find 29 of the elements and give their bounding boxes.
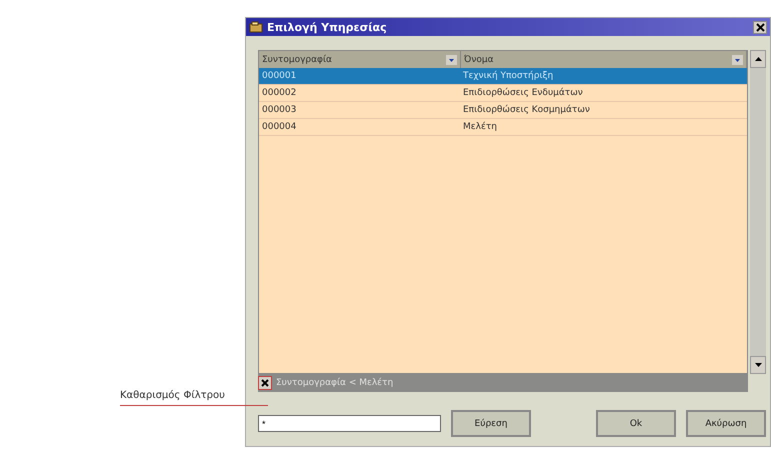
find-button[interactable]: Εύρεση [451,410,531,437]
annotation-label: Καθαρισμός Φίλτρου [120,390,225,401]
up-arrow-icon [754,57,762,61]
filter-text: Συντομογραφία < Μελέτη [276,378,394,388]
ok-button[interactable]: Οk [596,410,676,437]
scroll-up-button[interactable] [750,50,766,68]
table-cell-text: Επιδιορθώσεις Ενδυμάτων [462,88,584,98]
table-cell-text: Μελέτη [462,122,498,132]
down-arrow-icon [754,363,762,367]
scroll-down-button[interactable] [750,356,766,374]
table-cell-text: 000001 [261,71,298,81]
table-cell-text: Επιδιορθώσεις Κοσμημάτων [462,105,591,115]
dropdown-icon[interactable] [732,54,743,64]
search-field[interactable]: * [258,415,441,432]
cancel-button[interactable]: Ακύρωση [686,410,766,437]
window-title: Επιλογή Υπηρεσίας [267,20,388,34]
table-cell-text: 000004 [261,122,298,132]
table-row[interactable]: 000004 Μελέτη [259,119,747,136]
table-row[interactable]: 000003 Επιδιορθώσεις Κοσμημάτων [259,102,747,119]
scrollbar[interactable] [750,50,766,374]
table-cell-text: Τεχνική Υποστήριξη [462,71,554,81]
table-cell-text: 000002 [261,88,298,98]
window-icon [249,21,263,33]
clear-filter-button[interactable] [258,376,272,390]
dropdown-icon[interactable] [446,54,457,64]
close-button[interactable] [753,20,767,34]
table-row[interactable]: 000002 Επιδιορθώσεις Ενδυμάτων [259,85,747,102]
table-row[interactable]: 000001 Τεχνική Υποστήριξη [259,68,747,85]
table-cell-text: 000003 [261,105,298,115]
